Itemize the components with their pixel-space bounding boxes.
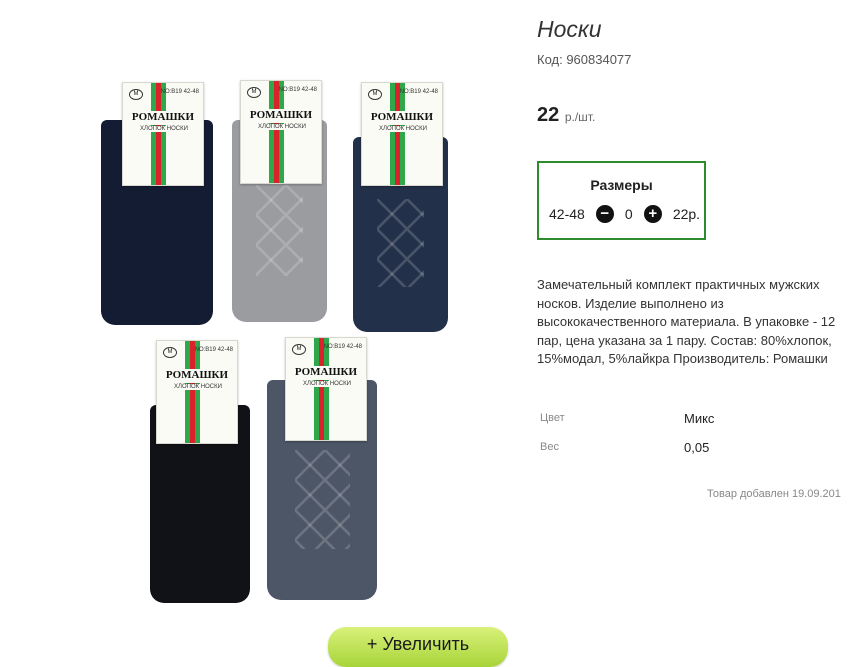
package-tag: M NO:B19 42-48 РОМАШКИ ХЛОПОК НОСКИ: [122, 82, 204, 186]
tag-subtitle: ХЛОПОК НОСКИ: [368, 126, 438, 132]
attribute-label-weight: Вес: [540, 441, 559, 453]
product-price: 22 р./шт.: [537, 104, 595, 127]
tag-subtitle: ХЛОПОК НОСКИ: [292, 381, 362, 387]
tag-size: NO:B19 42-48: [399, 89, 438, 95]
tag-brand: РОМАШКИ: [366, 111, 438, 125]
tag-subtitle: ХЛОПОК НОСКИ: [129, 126, 199, 132]
tag-size: NO:B19 42-48: [278, 87, 317, 93]
quantity-value[interactable]: 0: [614, 206, 644, 222]
package-tag: M NO:B19 42-48 РОМАШКИ ХЛОПОК НОСКИ: [240, 80, 322, 184]
price-value: 22: [537, 104, 560, 126]
tag-subtitle: ХЛОПОК НОСКИ: [247, 124, 317, 130]
tag-subtitle: ХЛОПОК НОСКИ: [163, 384, 233, 390]
tag-brand: РОМАШКИ: [161, 369, 233, 383]
tag-size: NO:B19 42-48: [194, 347, 233, 353]
price-unit: р./шт.: [564, 110, 596, 124]
sizes-box: Размеры 42-48 − 0 + 22р.: [537, 161, 706, 240]
tag-size: NO:B19 42-48: [323, 344, 362, 350]
attribute-label-color: Цвет: [540, 412, 565, 424]
size-row-price: 22р.: [672, 206, 701, 222]
brand-logo: M: [163, 347, 177, 358]
product-title: Носки: [537, 16, 602, 42]
attribute-value-weight: 0,05: [684, 440, 710, 455]
size-label: 42-48: [549, 206, 585, 222]
brand-logo: M: [247, 87, 261, 98]
brand-logo: M: [129, 89, 143, 100]
tag-brand: РОМАШКИ: [245, 109, 317, 123]
sizes-title: Размеры: [590, 177, 653, 193]
zoom-button[interactable]: + Увеличить: [328, 627, 508, 667]
date-added: Товар добавлен 19.09.201: [707, 488, 841, 500]
product-code: Код: 960834077: [537, 52, 632, 67]
package-tag: M NO:B19 42-48 РОМАШКИ ХЛОПОК НОСКИ: [156, 340, 238, 444]
plus-circle-icon[interactable]: +: [643, 205, 662, 223]
tag-size: NO:B19 42-48: [160, 89, 199, 95]
brand-logo: M: [368, 89, 382, 100]
package-tag: M NO:B19 42-48 РОМАШКИ ХЛОПОК НОСКИ: [285, 337, 367, 441]
tag-brand: РОМАШКИ: [127, 111, 199, 125]
package-tag: M NO:B19 42-48 РОМАШКИ ХЛОПОК НОСКИ: [361, 82, 443, 186]
product-image[interactable]: M NO:B19 42-48 РОМАШКИ ХЛОПОК НОСКИ M NO…: [95, 75, 460, 605]
product-description: Замечательный комплект практичных мужски…: [537, 277, 836, 366]
size-row: 42-48 − 0 + 22р.: [549, 205, 700, 223]
attribute-value-color: Микс: [684, 411, 715, 426]
brand-logo: M: [292, 344, 306, 355]
tag-brand: РОМАШКИ: [290, 366, 362, 380]
minus-circle-icon[interactable]: −: [595, 205, 614, 223]
